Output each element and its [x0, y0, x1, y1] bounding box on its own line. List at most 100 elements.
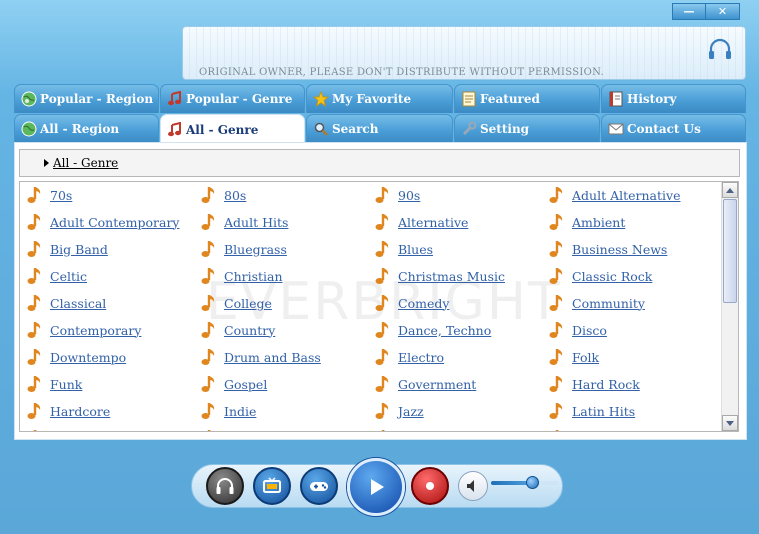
genre-link[interactable]: Drum and Bass	[199, 347, 321, 367]
genre-link[interactable]: Christian	[199, 266, 283, 286]
genre-link[interactable]: Disco	[547, 320, 607, 340]
genre-link[interactable]: Bluegrass	[199, 239, 287, 259]
genre-label: Contemporary	[50, 322, 142, 338]
genre-label: College	[224, 295, 272, 311]
music-note-icon	[25, 266, 45, 286]
genre-link[interactable]: Community	[547, 293, 645, 313]
genre-link[interactable]: Ambient	[547, 212, 625, 232]
music-note-icon	[547, 212, 567, 232]
close-button[interactable]: ✕	[705, 3, 740, 20]
music-note-icon	[25, 374, 45, 394]
scroll-up-button[interactable]	[722, 182, 738, 198]
tab-all-genre[interactable]: All - Genre	[160, 114, 305, 144]
genre-label: Ambient	[572, 214, 626, 230]
music-note-icon	[373, 374, 393, 394]
music-note-icon	[373, 320, 393, 340]
genre-link[interactable]: Funk	[25, 374, 82, 394]
genre-link[interactable]: Downtempo	[25, 347, 126, 367]
genre-label: Hard Rock	[572, 376, 640, 392]
genre-link[interactable]: 90s	[373, 185, 420, 205]
play-button[interactable]	[347, 458, 405, 516]
music-note-icon	[373, 239, 393, 259]
genre-link[interactable]: Blues	[373, 239, 433, 259]
tab-setting[interactable]: Setting	[454, 114, 600, 143]
genre-link[interactable]: Dance, Techno	[373, 320, 491, 340]
genre-link[interactable]: Classic Rock	[547, 266, 652, 286]
genre-link[interactable]: 70s	[25, 185, 72, 205]
genre-label: Adult Contemporary	[50, 214, 180, 230]
tab-featured[interactable]: Featured	[454, 84, 600, 113]
genre-link[interactable]: Country	[199, 320, 275, 340]
tab-popular-genre[interactable]: Popular - Genre	[160, 84, 305, 113]
tab-search[interactable]: Search	[306, 114, 453, 143]
music-note-icon	[373, 401, 393, 421]
genre-link[interactable]: Adult Alternative	[547, 185, 680, 205]
tab-label: My Favorite	[332, 92, 412, 106]
genre-link[interactable]: Gospel	[199, 374, 267, 394]
game-button[interactable]	[300, 467, 338, 505]
genre-panel: All - Genre EVERBRIGHT 70s 80s 90s Adult Al…	[14, 142, 747, 440]
genre-label: 70s	[50, 187, 73, 203]
genre-label: Hardcore	[50, 403, 111, 419]
genre-link[interactable]: Indie	[199, 401, 256, 421]
volume-knob[interactable]	[525, 476, 539, 489]
tab-label: Popular - Genre	[186, 92, 293, 106]
genre-link[interactable]: Latin Hits	[547, 401, 635, 421]
tv-button[interactable]	[253, 467, 291, 505]
scroll-down-button[interactable]	[722, 415, 738, 431]
display-panel: ORIGINAL OWNER, PLEASE DON'T DISTRIBUTE …	[182, 26, 746, 80]
genre-link[interactable]: Folk	[547, 347, 599, 367]
window-controls: — ✕	[672, 3, 740, 20]
tab-label: Popular - Region	[40, 92, 154, 106]
genre-link[interactable]: Comedy	[373, 293, 449, 313]
tab-popular-region[interactable]: Popular - Region	[14, 84, 159, 113]
music-note-icon	[199, 293, 219, 313]
genre-label: 80s	[224, 187, 247, 203]
breadcrumb-link[interactable]: All - Genre	[53, 156, 118, 170]
scroll-thumb[interactable]	[723, 199, 737, 303]
genre-link[interactable]: College	[199, 293, 272, 313]
minimize-button[interactable]: —	[672, 3, 706, 20]
music-note-icon	[199, 320, 219, 340]
genre-label: Jazz	[398, 403, 424, 419]
record-button[interactable]	[411, 467, 449, 505]
genre-link[interactable]: Celtic	[25, 266, 87, 286]
genre-link[interactable]: Electro	[373, 347, 444, 367]
music-note-icon	[199, 266, 219, 286]
arrow-up-icon	[726, 187, 734, 193]
genre-link[interactable]: Alternative	[373, 212, 468, 232]
genre-link[interactable]: Jazz	[373, 401, 424, 421]
tab-history[interactable]: History	[601, 84, 746, 113]
genre-link[interactable]: Adult Contemporary	[25, 212, 179, 232]
genre-label: Big Band	[50, 241, 108, 257]
genre-link[interactable]: Government	[373, 374, 476, 394]
genre-label: Government	[398, 376, 477, 392]
genre-link[interactable]: Classical	[25, 293, 106, 313]
music-note-icon	[547, 428, 567, 431]
music-note-icon	[25, 212, 45, 232]
genre-link[interactable]: Hardcore	[25, 401, 110, 421]
genre-link[interactable]: 80s	[199, 185, 246, 205]
music-note-icon	[373, 212, 393, 232]
genre-list: EVERBRIGHT 70s 80s 90s Adult Alternative Adu…	[19, 181, 739, 432]
search-icon	[313, 121, 329, 137]
mute-button[interactable]	[458, 471, 488, 501]
genre-link[interactable]: Contemporary	[25, 320, 141, 340]
genre-link[interactable]: Adult Hits	[199, 212, 288, 232]
tab-my-favorite[interactable]: My Favorite	[306, 84, 453, 113]
music-note-icon	[199, 185, 219, 205]
music-note-icon	[25, 401, 45, 421]
genre-link[interactable]: Big Band	[25, 239, 108, 259]
genre-label: Disco	[572, 322, 607, 338]
vertical-scrollbar[interactable]	[721, 182, 738, 431]
genre-link[interactable]: Hard Rock	[547, 374, 640, 394]
volume-slider[interactable]	[491, 476, 559, 489]
genre-label: Celtic	[50, 268, 87, 284]
genre-link[interactable]: Christmas Music	[373, 266, 505, 286]
music-note-icon	[373, 293, 393, 313]
music-note-icon	[547, 293, 567, 313]
tab-contact-us[interactable]: Contact Us	[601, 114, 746, 143]
genre-link[interactable]: Business News	[547, 239, 667, 259]
headphone-button[interactable]	[206, 467, 244, 505]
tab-all-region[interactable]: All - Region	[14, 114, 159, 143]
